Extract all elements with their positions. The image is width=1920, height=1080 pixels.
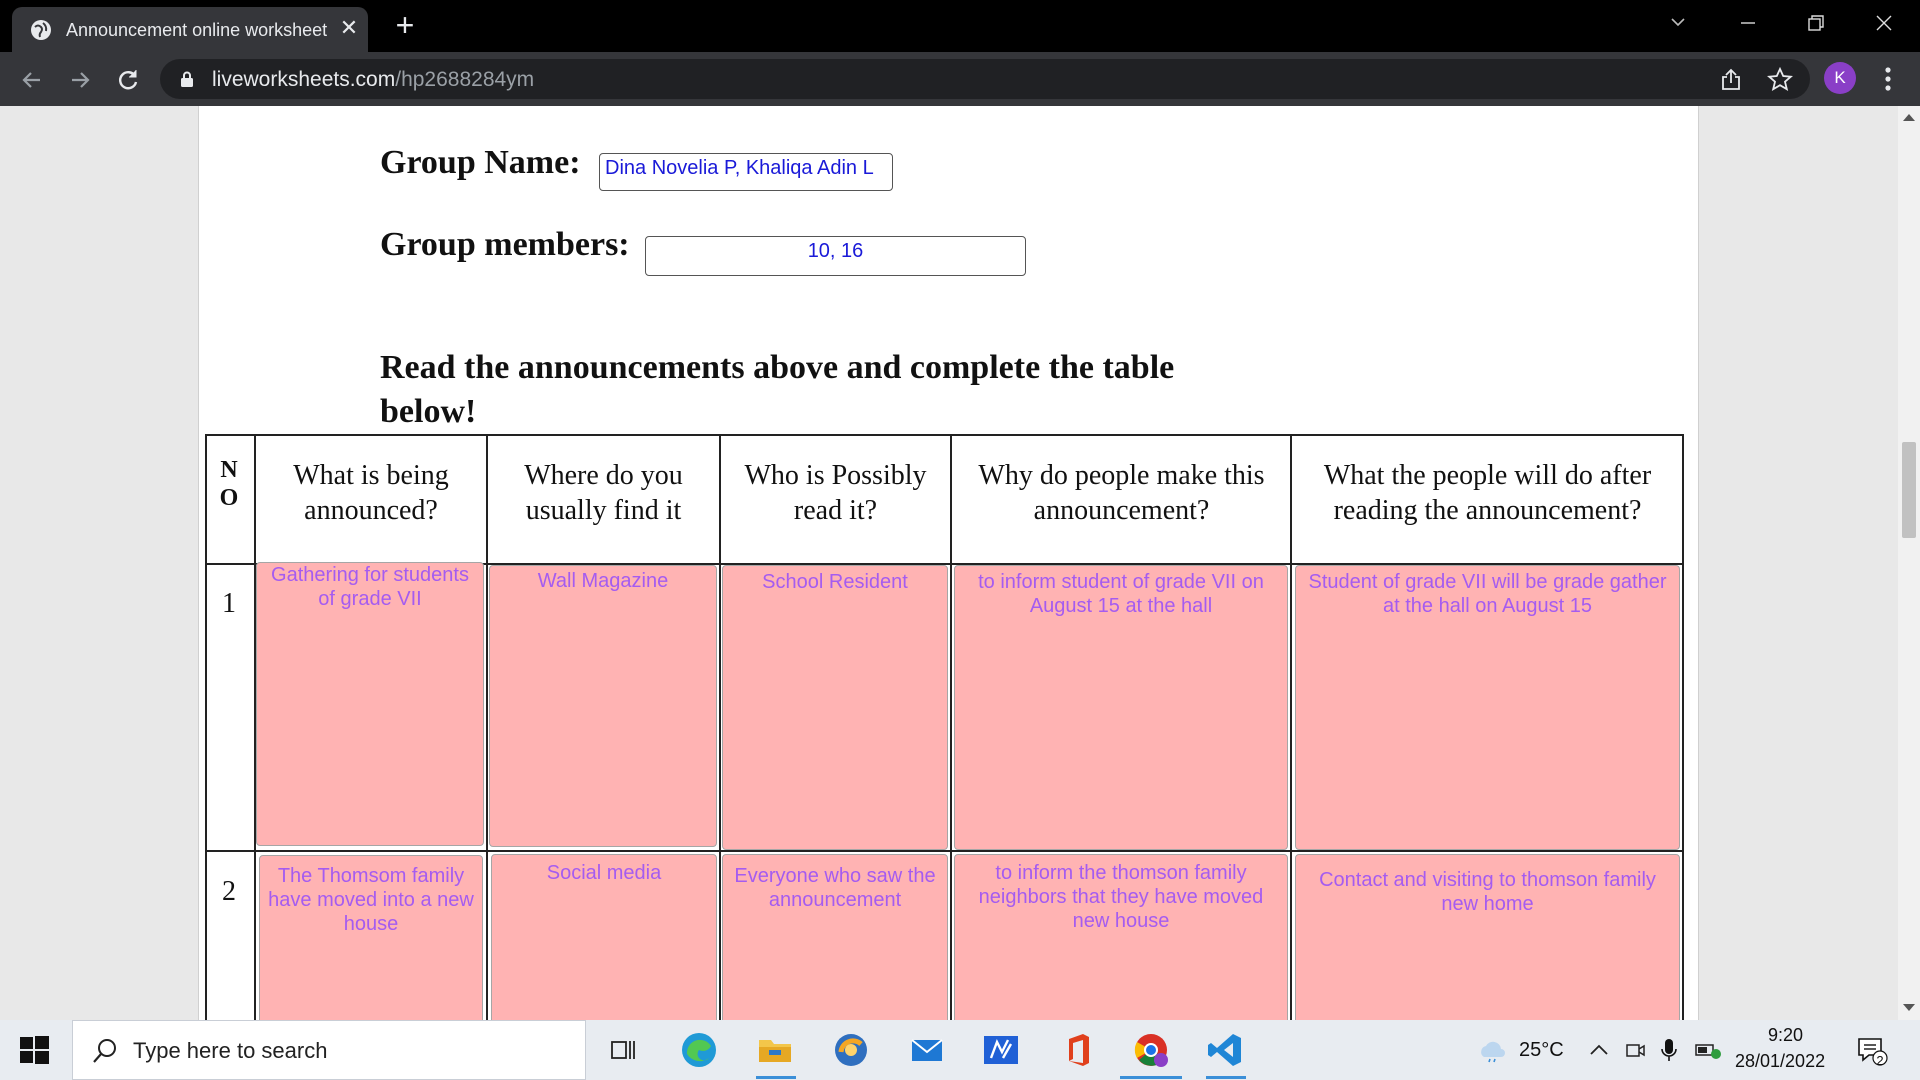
table-border bbox=[205, 850, 1683, 852]
office-icon[interactable] bbox=[1057, 1030, 1097, 1070]
edge-browser-icon[interactable] bbox=[679, 1030, 719, 1070]
forward-arrow-icon[interactable] bbox=[64, 64, 96, 96]
scrollbar-thumb[interactable] bbox=[1902, 442, 1916, 538]
url-text: liveworksheets.com/hp2688284ym bbox=[212, 68, 534, 92]
search-placeholder: Type here to search bbox=[133, 1038, 328, 1063]
file-explorer-icon[interactable] bbox=[755, 1030, 795, 1070]
browser-toolbar: liveworksheets.com/hp2688284ym K bbox=[0, 52, 1920, 106]
table-border bbox=[486, 434, 488, 1020]
temperature-text[interactable]: 25°C bbox=[1519, 1039, 1564, 1062]
clock-time[interactable]: 9:20 bbox=[1768, 1025, 1803, 1046]
worksheet-page: Group Name: Dina Novelia P, Khaliqa Adin… bbox=[198, 106, 1699, 1020]
table-border bbox=[719, 434, 721, 1020]
microphone-icon[interactable] bbox=[1660, 1037, 1678, 1063]
answer-field[interactable]: The Thomsom family have moved into a new… bbox=[259, 855, 483, 1020]
page-viewport: Group Name: Dina Novelia P, Khaliqa Adin… bbox=[0, 106, 1920, 1020]
table-border bbox=[950, 434, 952, 1020]
vscode-icon[interactable] bbox=[1205, 1030, 1245, 1070]
restore-icon[interactable] bbox=[1794, 6, 1838, 40]
answer-field[interactable]: Everyone who saw the announcement bbox=[722, 854, 948, 1020]
vertical-scrollbar[interactable] bbox=[1898, 106, 1920, 1020]
answer-field[interactable]: to inform the thomson family neighbors t… bbox=[954, 854, 1288, 1020]
table-border bbox=[205, 434, 1683, 436]
taskbar-search-box[interactable]: Type here to search bbox=[72, 1020, 586, 1080]
url-host: liveworksheets.com bbox=[212, 68, 396, 91]
media-player-icon[interactable] bbox=[831, 1030, 871, 1070]
meet-now-icon[interactable] bbox=[1624, 1039, 1646, 1061]
clock-date[interactable]: 28/01/2022 bbox=[1735, 1051, 1825, 1072]
chevron-up-icon[interactable] bbox=[1588, 1040, 1610, 1060]
browser-tab[interactable]: Announcement online worksheet ✕ bbox=[12, 7, 368, 52]
table-border bbox=[1682, 434, 1684, 1020]
group-name-label: Group Name: bbox=[380, 144, 581, 181]
header-what: What is being announced? bbox=[293, 460, 449, 526]
math-app-icon[interactable] bbox=[981, 1030, 1021, 1070]
answer-field[interactable]: Gathering for students of grade VII bbox=[256, 562, 484, 846]
close-tab-icon[interactable]: ✕ bbox=[338, 17, 360, 39]
battery-icon[interactable] bbox=[1694, 1039, 1722, 1061]
scroll-up-arrow-icon[interactable] bbox=[1903, 114, 1915, 121]
header-where: Where do you usually find it bbox=[524, 460, 683, 526]
tab-title: Announcement online worksheet bbox=[66, 20, 328, 40]
close-window-icon[interactable] bbox=[1862, 6, 1906, 40]
scroll-down-arrow-icon[interactable] bbox=[1903, 1004, 1915, 1011]
answer-field[interactable]: Social media bbox=[491, 854, 717, 1020]
header-who: Who is Possibly read it? bbox=[744, 460, 927, 526]
active-app-indicator bbox=[1206, 1076, 1246, 1079]
answer-field[interactable]: Contact and visiting to thomson family n… bbox=[1295, 854, 1680, 1020]
minimize-icon[interactable] bbox=[1726, 6, 1770, 40]
browser-tab-bar: Announcement online worksheet ✕ + bbox=[0, 0, 1920, 52]
weather-icon[interactable] bbox=[1478, 1037, 1506, 1063]
active-app-indicator bbox=[1120, 1076, 1182, 1079]
url-path: /hp2688284ym bbox=[395, 68, 535, 91]
table-border bbox=[1290, 434, 1292, 1020]
tab-search-icon[interactable] bbox=[1656, 6, 1700, 40]
active-app-indicator bbox=[756, 1076, 796, 1079]
task-view-icon[interactable] bbox=[603, 1030, 643, 1070]
back-arrow-icon[interactable] bbox=[16, 64, 48, 96]
instruction-text: Read the announcements above and complet… bbox=[380, 349, 1175, 430]
lock-icon[interactable] bbox=[180, 71, 194, 87]
answer-field[interactable]: Wall Magazine bbox=[489, 565, 717, 847]
chrome-icon[interactable] bbox=[1131, 1030, 1171, 1070]
header-why: Why do people make this announcement? bbox=[978, 460, 1265, 526]
share-icon[interactable] bbox=[1719, 68, 1743, 92]
mail-icon[interactable] bbox=[907, 1030, 947, 1070]
answer-field[interactable]: Student of grade VII will be grade gathe… bbox=[1295, 565, 1680, 850]
answer-field[interactable]: to inform student of grade VII on August… bbox=[954, 565, 1288, 850]
group-members-field[interactable]: 10, 16 bbox=[645, 236, 1026, 276]
row-number: 1 bbox=[222, 588, 236, 619]
windows-start-icon[interactable] bbox=[16, 1032, 52, 1068]
address-bar[interactable]: liveworksheets.com/hp2688284ym bbox=[160, 59, 1810, 99]
bookmark-star-icon[interactable] bbox=[1767, 67, 1793, 93]
group-members-label: Group members: bbox=[380, 226, 630, 263]
header-no: N O bbox=[219, 457, 239, 511]
reload-icon[interactable] bbox=[112, 64, 144, 96]
menu-kebab-icon[interactable] bbox=[1874, 64, 1902, 94]
globe-icon bbox=[31, 20, 51, 40]
new-tab-button[interactable]: + bbox=[390, 9, 420, 41]
group-name-field[interactable]: Dina Novelia P, Khaliqa Adin L bbox=[599, 153, 893, 191]
search-icon bbox=[93, 1039, 116, 1063]
windows-taskbar: Type here to search 25°C 9:20 28/01/2022… bbox=[0, 1020, 1920, 1080]
table-border bbox=[205, 434, 207, 1020]
row-number: 2 bbox=[222, 876, 236, 907]
profile-avatar[interactable]: K bbox=[1824, 62, 1856, 94]
answer-field[interactable]: School Resident bbox=[722, 565, 948, 850]
notification-count: 2 bbox=[1876, 1053, 1884, 1068]
header-after: What the people will do after reading th… bbox=[1323, 460, 1652, 526]
